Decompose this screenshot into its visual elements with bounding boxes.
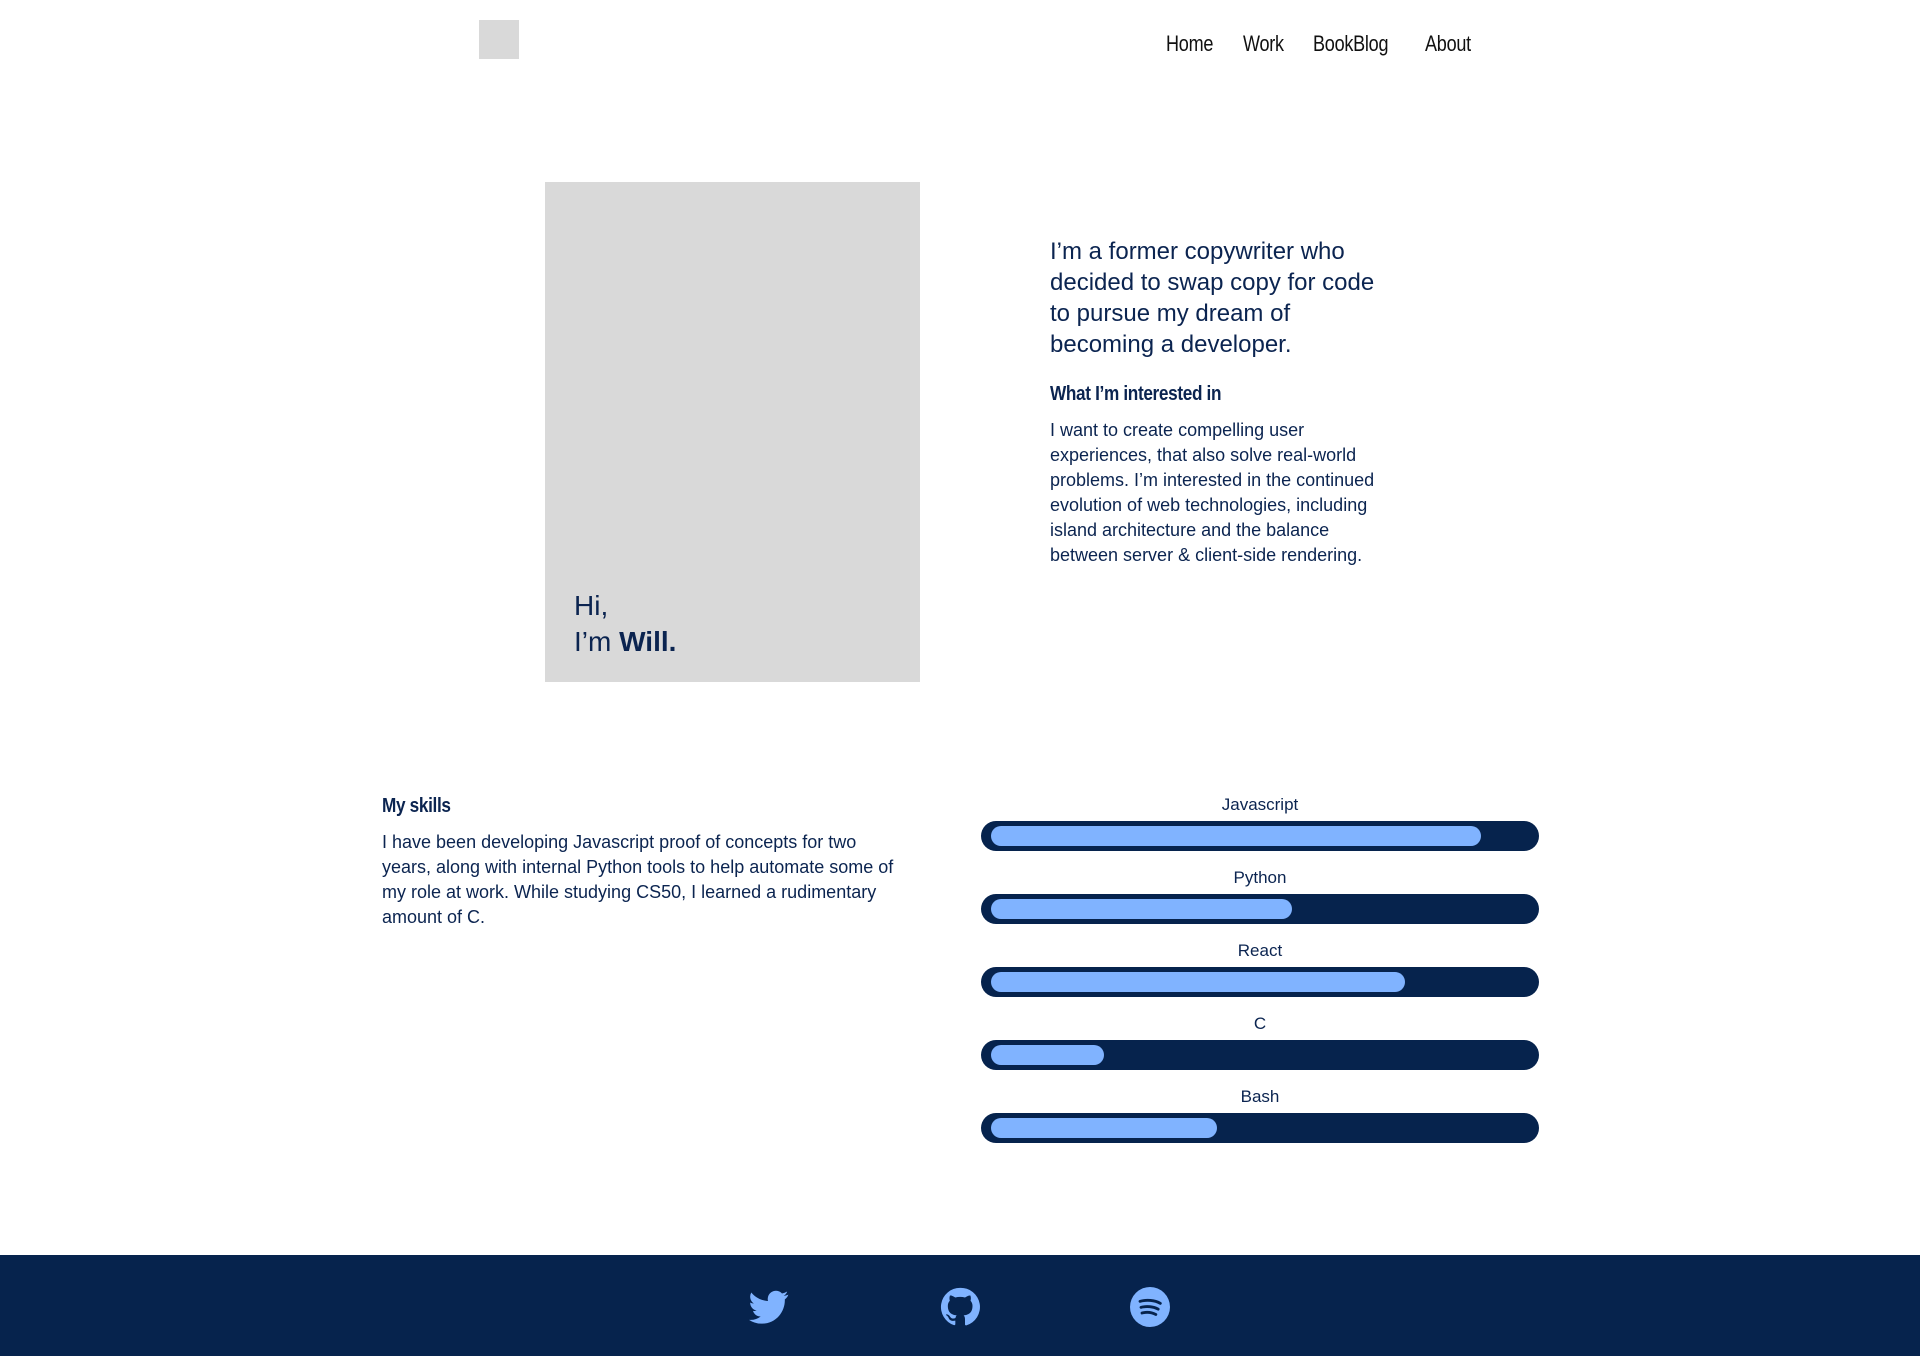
skills-text: I have been developing Javascript proof …	[382, 832, 894, 927]
greeting-prefix: I’m	[574, 626, 620, 657]
skill-bar-track	[981, 1113, 1539, 1143]
twitter-icon[interactable]	[749, 1287, 789, 1327]
nav-work-link[interactable]: Work	[1243, 24, 1284, 64]
greeting-line-2: I’m Will.	[574, 624, 676, 660]
skill-label: Javascript	[1221, 795, 1299, 814]
skill-label: Bash	[1240, 1087, 1280, 1106]
skill-bar-fill	[991, 972, 1405, 992]
profile-photo-placeholder: Hi, I’m Will.	[545, 182, 920, 682]
main-nav: Home Work BookBlog About	[1166, 24, 1481, 64]
skill-bar-track	[981, 821, 1539, 851]
nav-home-link[interactable]: Home	[1166, 24, 1213, 64]
skill-javascript: Javascript	[981, 794, 1539, 867]
footer	[0, 1255, 1920, 1356]
nav-about-link[interactable]: About	[1425, 24, 1471, 64]
skill-label: Python	[1233, 868, 1287, 887]
interest-heading: What I’m interested in	[1050, 383, 1222, 405]
skill-label: C	[1253, 1014, 1267, 1033]
skill-bar-track	[981, 1040, 1539, 1070]
skills-heading: My skills	[382, 795, 451, 817]
skill-bar-fill	[991, 1118, 1217, 1138]
skill-bars: Javascript Python React C Bash	[981, 794, 1539, 1159]
greeting-line-1: Hi,	[574, 590, 609, 621]
skill-python: Python	[981, 867, 1539, 940]
skill-bar-track	[981, 967, 1539, 997]
skill-react: React	[981, 940, 1539, 1013]
skill-c: C	[981, 1013, 1539, 1086]
spotify-icon[interactable]	[1130, 1287, 1170, 1327]
interest-text: I want to create compelling user experie…	[1050, 420, 1375, 565]
skill-bar-fill	[991, 826, 1481, 846]
github-icon[interactable]	[940, 1287, 980, 1327]
intro-text: I’m a former copywriter who decided to s…	[1050, 238, 1375, 358]
skill-bar-fill	[991, 899, 1292, 919]
greeting-name: Will.	[619, 626, 677, 657]
skill-bar-fill	[991, 1045, 1104, 1065]
skill-bar-track	[981, 894, 1539, 924]
skill-bash: Bash	[981, 1086, 1539, 1159]
greeting: Hi, I’m Will.	[574, 588, 676, 660]
skill-label: React	[1237, 941, 1283, 960]
nav-bookblog-link[interactable]: BookBlog	[1313, 24, 1389, 64]
site-logo[interactable]	[479, 20, 519, 59]
